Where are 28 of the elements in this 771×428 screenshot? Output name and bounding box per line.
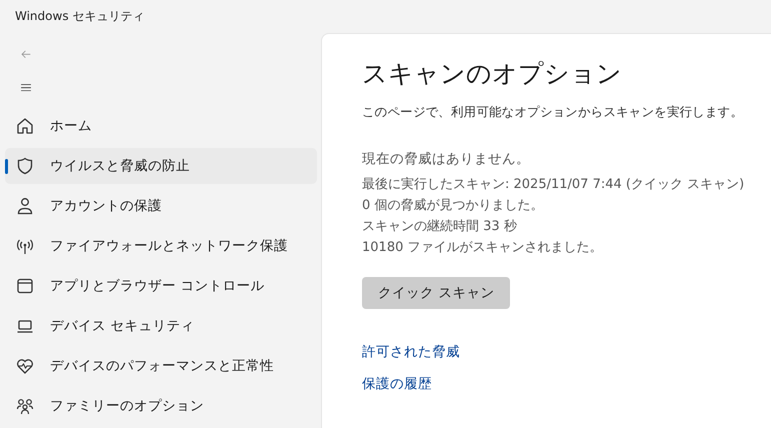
quick-scan-button[interactable]: クイック スキャン	[362, 277, 510, 309]
scan-detail: 10180 ファイルがスキャンされました。	[362, 239, 604, 257]
nav-item[interactable]: ホーム	[5, 108, 317, 144]
nav-item[interactable]: ウイルスと脅威の防止	[5, 148, 317, 184]
home-icon	[16, 117, 34, 135]
nav-item[interactable]: アカウントの保護	[5, 188, 317, 224]
people-icon	[16, 397, 34, 415]
nav-item[interactable]: ファミリーのオプション	[5, 388, 317, 424]
selection-indicator	[5, 159, 8, 174]
scan-detail: スキャンの継続時間 33 秒	[362, 218, 518, 236]
page-heading: スキャンのオプション	[362, 58, 623, 90]
nav-item[interactable]: デバイスのパフォーマンスと正常性	[5, 348, 317, 384]
nav-item[interactable]: アプリとブラウザー コントロール	[5, 268, 317, 304]
scan-detail: 0 個の脅威が見つかりました。	[362, 197, 544, 215]
link[interactable]: 許可された脅威	[362, 342, 460, 362]
nav-item[interactable]: ファイアウォールとネットワーク保護	[5, 228, 317, 264]
browser-window-icon	[16, 277, 34, 295]
heart-pulse-icon	[16, 357, 34, 375]
scan-detail: 最後に実行したスキャン: 2025/11/07 7:44 (クイック スキャン)	[362, 176, 746, 194]
shield-icon	[16, 157, 34, 175]
window-title: Windows セキュリティ	[15, 8, 144, 25]
person-icon	[16, 197, 34, 215]
menu-icon[interactable]	[18, 84, 34, 91]
threat-status: 現在の脅威はありません。	[362, 150, 531, 168]
page-description: このページで、利用可能なオプションからスキャンを実行します。	[362, 104, 744, 121]
link[interactable]: 保護の履歴	[362, 374, 432, 394]
antenna-icon	[16, 237, 34, 255]
nav-item[interactable]: デバイス セキュリティ	[5, 308, 317, 344]
